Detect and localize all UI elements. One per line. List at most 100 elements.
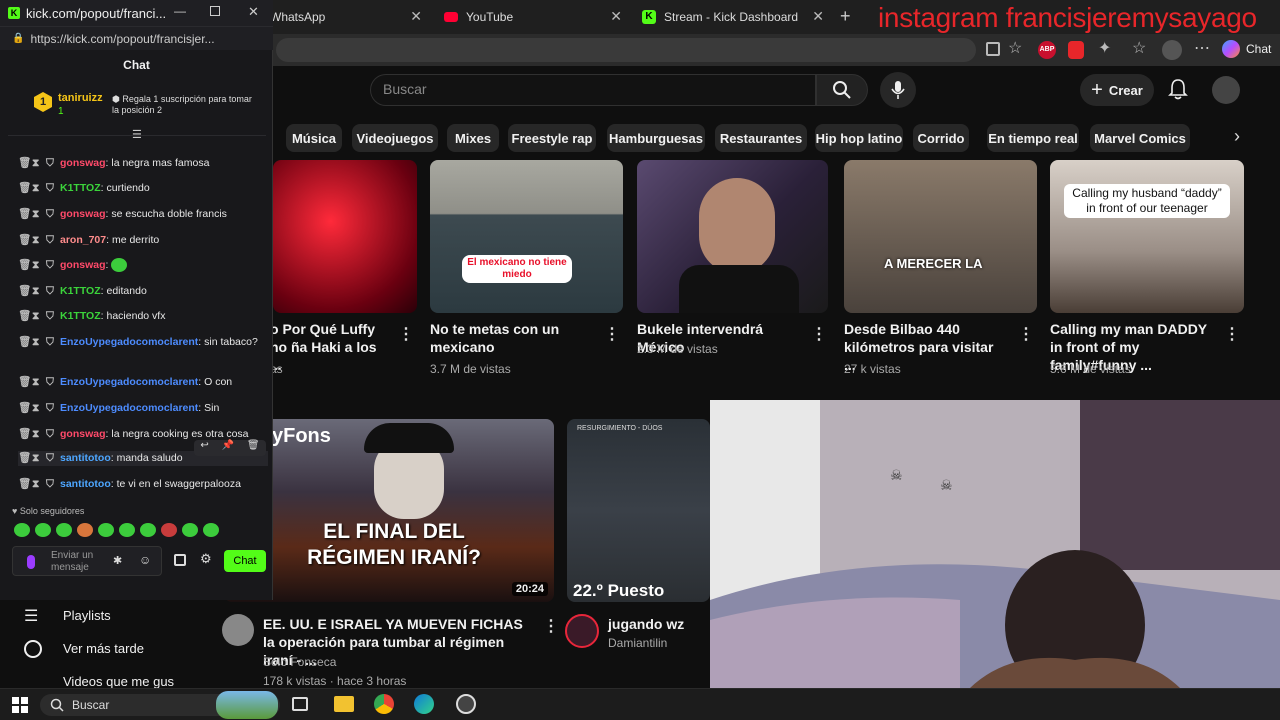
sidebar-item-liked[interactable]: Videos que me gus	[63, 674, 174, 689]
chip-freestyle-rap[interactable]: Freestyle rap	[508, 124, 596, 152]
chat-message[interactable]: 🗑⧗ ⛉ K1TTOZ: curtiendo	[18, 181, 268, 196]
chat-username[interactable]: santitotoo	[60, 478, 111, 490]
more-options-icon[interactable]: ⋮	[1224, 324, 1240, 344]
delete-icon[interactable]: 🗑	[18, 375, 31, 390]
video-thumbnail[interactable]: El mexicano no tiene miedo	[430, 160, 623, 313]
delete-icon[interactable]: 🗑	[18, 181, 31, 196]
chat-settings-toggle-icon[interactable]: ☰	[132, 128, 142, 141]
emote-icon[interactable]	[182, 523, 198, 537]
chat-message[interactable]: 🗑⧗ ⛉ K1TTOZ: editando	[18, 284, 268, 299]
chat-username[interactable]: gonswag	[60, 157, 106, 169]
favorites-icon[interactable]: ☆	[1132, 38, 1146, 58]
video-thumbnail[interactable]: yFons EL FINAL DEL RÉGIMEN IRANÍ? 20:24	[224, 419, 554, 602]
gear-icon[interactable]: ⚙	[200, 551, 212, 567]
chip-en-tiempo-real[interactable]: En tiempo real	[987, 124, 1079, 152]
video-thumbnail[interactable]: RESURGIMIENTO - DÚOS 22.º Puesto	[567, 419, 710, 602]
chip-restaurantes[interactable]: Restaurantes	[715, 124, 807, 152]
more-options-icon[interactable]: ⋮	[1018, 324, 1034, 344]
search-input[interactable]: Buscar	[370, 74, 816, 106]
delete-icon[interactable]: 🗑	[18, 233, 31, 248]
emote-icon[interactable]	[98, 523, 114, 537]
extension-icon[interactable]	[1068, 41, 1084, 59]
more-options-icon[interactable]: ⋮	[811, 324, 827, 344]
emote-icon[interactable]	[161, 523, 177, 537]
emote-icon[interactable]	[56, 523, 72, 537]
tab-youtube[interactable]: YouTube ✕	[434, 4, 630, 30]
adblock-icon[interactable]: ABP	[1038, 41, 1056, 59]
star-icon[interactable]: ☆	[1008, 38, 1022, 58]
more-options-icon[interactable]: ⋮	[543, 616, 559, 636]
copilot-chat-button[interactable]: Chat	[1222, 40, 1271, 58]
close-icon[interactable]: ✕	[248, 4, 259, 20]
delete-icon[interactable]: 🗑	[18, 477, 31, 492]
timeout-icon[interactable]: ⧗	[32, 451, 40, 466]
new-tab-button[interactable]: +	[840, 6, 851, 27]
emoji-icon[interactable]: ☺	[139, 553, 151, 567]
chat-message[interactable]: 🗑⧗ ⛉ gonswag: se escucha doble francis	[18, 207, 268, 222]
create-button[interactable]: + Crear	[1080, 74, 1154, 106]
chat-message[interactable]: 🗑⧗ ⛉ aron_707: me derrito	[18, 233, 268, 248]
timeout-icon[interactable]: ⧗	[32, 258, 40, 273]
chat-message[interactable]: 🗑⧗ ⛉ EnzoUypegadocomoclarent: sin tabaco?	[18, 335, 258, 350]
chip-hamburguesas[interactable]: Hamburguesas	[607, 124, 705, 152]
chat-username[interactable]: EnzoUypegadocomoclarent	[60, 336, 198, 348]
chip-videojuegos[interactable]: Videojuegos	[352, 124, 438, 152]
channel-name[interactable]: Solo Fonseca	[263, 655, 336, 669]
chip-corrido[interactable]: Corrido	[913, 124, 969, 152]
reply-icon[interactable]: ↩	[200, 440, 208, 456]
send-chat-button[interactable]: Chat	[224, 550, 266, 572]
leader-username[interactable]: taniruizz	[58, 92, 103, 104]
emote-icon[interactable]	[119, 523, 135, 537]
timeout-icon[interactable]: ⧗	[32, 181, 40, 196]
channel-avatar[interactable]	[222, 614, 254, 646]
chat-username[interactable]: EnzoUypegadocomoclarent	[60, 376, 198, 388]
timeout-icon[interactable]: ⧗	[32, 156, 40, 171]
edge-icon[interactable]	[414, 694, 434, 714]
timeout-icon[interactable]: ⧗	[32, 375, 40, 390]
tab-whatsapp[interactable]: WhatsApp ✕	[260, 4, 430, 30]
obs-icon[interactable]	[456, 694, 476, 714]
close-icon[interactable]: ✕	[610, 8, 622, 25]
maximize-icon[interactable]	[210, 6, 220, 16]
close-icon[interactable]: ✕	[410, 8, 422, 25]
task-view-icon[interactable]	[292, 697, 308, 711]
timeout-icon[interactable]: ⧗	[32, 233, 40, 248]
delete-icon[interactable]: 🗑	[18, 451, 31, 466]
search-button[interactable]	[816, 74, 868, 106]
timeout-icon[interactable]: ⧗	[32, 401, 40, 416]
timeout-icon[interactable]: ⧗	[32, 477, 40, 492]
chat-message[interactable]: 🗑⧗ ⛉ EnzoUypegadocomoclarent: Sin	[18, 401, 268, 416]
delete-icon[interactable]: 🗑	[247, 440, 260, 456]
windows-start-icon[interactable]	[12, 697, 28, 713]
timeout-icon[interactable]: ⧗	[32, 309, 40, 324]
chat-username[interactable]: santitotoo	[60, 452, 111, 464]
delete-icon[interactable]: 🗑	[18, 335, 31, 350]
more-options-icon[interactable]: ⋮	[604, 324, 620, 344]
chat-message[interactable]: 🗑⧗ ⛉ K1TTOZ: haciendo vfx	[18, 309, 268, 324]
chat-username[interactable]: EnzoUypegadocomoclarent	[60, 402, 198, 414]
chat-username[interactable]: gonswag	[60, 259, 106, 271]
microphone-icon[interactable]	[27, 555, 35, 569]
chip-marvel-comics[interactable]: Marvel Comics	[1090, 124, 1190, 152]
video-thumbnail[interactable]	[637, 160, 828, 313]
chat-username[interactable]: gonswag	[60, 208, 106, 220]
file-explorer-icon[interactable]	[334, 696, 354, 712]
delete-icon[interactable]: 🗑	[18, 309, 31, 324]
chat-message[interactable]: 🗑⧗ ⛉ EnzoUypegadocomoclarent: O con	[18, 375, 268, 390]
chat-username[interactable]: K1TTOZ	[60, 182, 101, 194]
gift-box-icon[interactable]	[174, 554, 186, 566]
delete-icon[interactable]: 🗑	[18, 207, 31, 222]
address-field[interactable]	[276, 38, 976, 62]
chat-message[interactable]: 🗑⧗ ⛉ santitotoo: te vi en el swaggerpalooz…	[18, 477, 268, 492]
timeout-icon[interactable]: ⧗	[32, 207, 40, 222]
chip-hip-hop-latino[interactable]: Hip hop latino	[815, 124, 903, 152]
video-thumbnail[interactable]	[273, 160, 417, 313]
channel-name[interactable]: Damiantilin	[608, 636, 667, 650]
more-options-icon[interactable]: ⋮	[398, 324, 414, 344]
emote-icon[interactable]	[140, 523, 156, 537]
chat-username[interactable]: aron_707	[60, 234, 106, 246]
chat-username[interactable]: gonswag	[60, 428, 106, 440]
chip-mixes[interactable]: Mixes	[447, 124, 499, 152]
timeout-icon[interactable]: ⧗	[32, 284, 40, 299]
emote-icon[interactable]	[14, 523, 30, 537]
